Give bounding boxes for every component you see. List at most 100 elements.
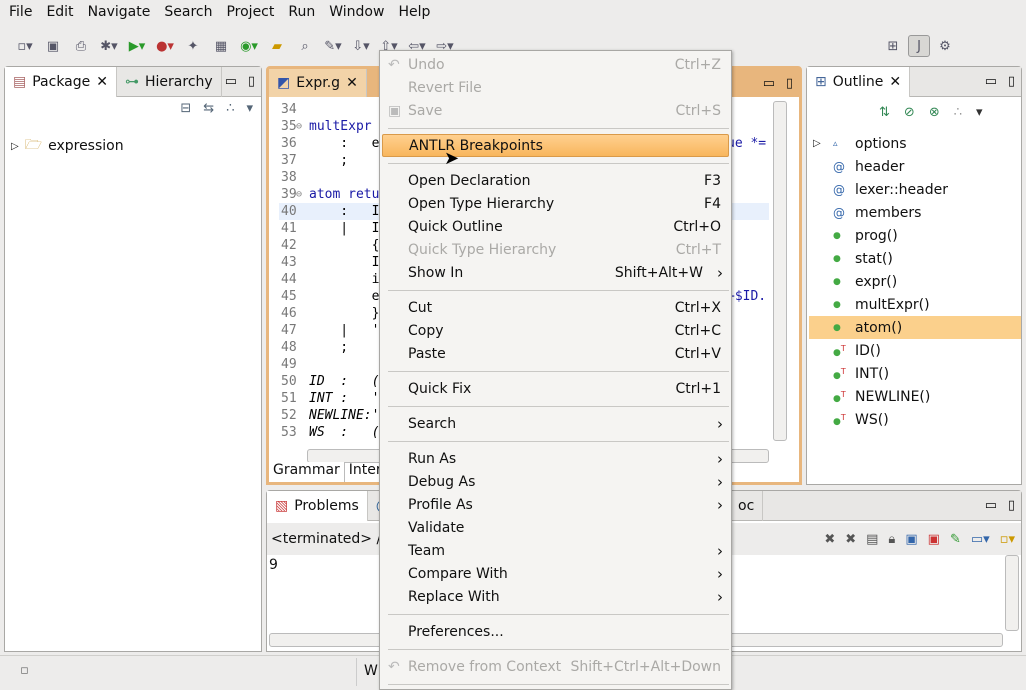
menu-item-profile-as[interactable]: Profile As › bbox=[380, 493, 731, 516]
open-perspective-icon[interactable]: ⊞ bbox=[882, 35, 904, 57]
minimize-icon[interactable]: ▭ bbox=[763, 76, 775, 91]
tab-problems[interactable]: ▧ Problems bbox=[267, 490, 368, 521]
pin-console-icon[interactable]: ✎ bbox=[950, 532, 961, 547]
display-console-icon[interactable]: ▭▾ bbox=[971, 532, 990, 547]
link-editor-icon[interactable]: ⇆ bbox=[203, 101, 214, 116]
maximize-icon[interactable]: ▯ bbox=[248, 74, 255, 89]
menu-navigate[interactable]: Navigate bbox=[81, 4, 158, 20]
new-project-icon[interactable]: ✦ bbox=[182, 35, 204, 57]
menu-item-compare-with[interactable]: Compare With › bbox=[380, 562, 731, 585]
minimize-icon[interactable]: ▭ bbox=[225, 74, 237, 89]
menu-item-paste[interactable]: Paste Ctrl+V bbox=[380, 342, 731, 365]
tab-outline[interactable]: ⊞ Outline ✕ bbox=[807, 66, 911, 97]
print-icon[interactable]: ⎙ bbox=[70, 35, 92, 57]
maximize-icon[interactable]: ▯ bbox=[786, 76, 793, 91]
menu-item-quick-fix[interactable]: Quick Fix Ctrl+1 bbox=[380, 377, 731, 400]
outline-item[interactable]: ● multExpr() bbox=[809, 293, 1021, 316]
menu-item-preferences[interactable]: Preferences... bbox=[380, 620, 731, 643]
show-on-stdout-icon[interactable]: ▣ bbox=[905, 532, 917, 547]
collapse-all-icon[interactable]: ⊟ bbox=[180, 101, 191, 116]
menu-item-run-as[interactable]: Run As › bbox=[380, 447, 731, 470]
tab-expr-g[interactable]: ◩ Expr.g ✕ bbox=[269, 69, 367, 97]
next-annotation-icon[interactable]: ⇩▾ bbox=[350, 35, 372, 57]
outline-item[interactable]: ●T NEWLINE() bbox=[809, 385, 1021, 408]
remove-launch-icon[interactable]: ✖ bbox=[824, 532, 835, 547]
menu-project[interactable]: Project bbox=[219, 4, 281, 20]
close-icon[interactable]: ✕ bbox=[889, 74, 901, 90]
outline-item[interactable]: ● stat() bbox=[809, 247, 1021, 270]
scroll-lock-icon[interactable]: 🔒︎ bbox=[888, 532, 895, 547]
menu-file[interactable]: File bbox=[2, 4, 39, 20]
tab-hierarchy[interactable]: ⊶ Hierarchy bbox=[117, 66, 222, 97]
run-icon[interactable]: ▶▾ bbox=[126, 35, 148, 57]
minimize-icon[interactable]: ▭ bbox=[985, 74, 997, 89]
vertical-scrollbar[interactable] bbox=[1005, 555, 1019, 631]
new-class-icon[interactable]: ◉▾ bbox=[238, 35, 260, 57]
tab-package[interactable]: ▤ Package ✕ bbox=[5, 66, 117, 97]
debug-perspective-icon[interactable]: ⚙ bbox=[934, 35, 956, 57]
expand-arrow-icon[interactable]: ▷ bbox=[11, 141, 19, 152]
menu-item-validate[interactable]: Validate bbox=[380, 516, 731, 539]
menu-item-open-type-hierarchy[interactable]: Open Type Hierarchy F4 bbox=[380, 192, 731, 215]
menu-run[interactable]: Run bbox=[281, 4, 322, 20]
menu-item-debug-as[interactable]: Debug As › bbox=[380, 470, 731, 493]
open-type-icon[interactable]: ▰ bbox=[266, 35, 288, 57]
expand-arrow-icon[interactable]: ▷ bbox=[813, 138, 821, 149]
menu-item-antlr-breakpoints[interactable]: ANTLR Breakpoints bbox=[382, 134, 729, 157]
menu-help[interactable]: Help bbox=[391, 4, 437, 20]
pen-icon[interactable]: ✎▾ bbox=[322, 35, 344, 57]
tab-doc[interactable]: oc bbox=[729, 490, 764, 521]
maximize-icon[interactable]: ▯ bbox=[1008, 74, 1015, 89]
external-tools-icon[interactable]: ●▾ bbox=[154, 35, 176, 57]
menu-item-replace-with[interactable]: Replace With › bbox=[380, 585, 731, 608]
clear-console-icon[interactable]: ▤ bbox=[866, 532, 878, 547]
search-icon[interactable]: ⌕ bbox=[294, 35, 316, 57]
outline-item[interactable]: ●T ID() bbox=[809, 339, 1021, 362]
outline-item[interactable]: ▷ ▵ options bbox=[809, 132, 1021, 155]
view-menu-icon[interactable]: ▾ bbox=[976, 105, 983, 120]
fold-icon[interactable]: ⊖ bbox=[296, 186, 302, 203]
remove-all-icon[interactable]: ✖ bbox=[845, 532, 856, 547]
hide-fields-icon[interactable]: ⊘ bbox=[904, 105, 915, 120]
sort-icon[interactable]: ⇅ bbox=[879, 105, 890, 120]
view-menu-icon[interactable]: ▾ bbox=[246, 101, 253, 116]
new-package-icon[interactable]: ▦ bbox=[210, 35, 232, 57]
menu-item-copy[interactable]: Copy Ctrl+C bbox=[380, 319, 731, 342]
fold-icon[interactable]: ⊖ bbox=[296, 118, 302, 135]
outline-item[interactable]: ● atom() bbox=[809, 316, 1021, 339]
fast-view-icon[interactable]: ▫ bbox=[20, 663, 29, 678]
filter-icon[interactable]: ∴ bbox=[226, 101, 234, 116]
menu-item-show-in[interactable]: Show In Shift+Alt+W › bbox=[380, 261, 731, 284]
tree-item-expression[interactable]: ▷ 🗁 expression bbox=[11, 134, 124, 158]
outline-item[interactable]: @ lexer::header bbox=[809, 178, 1021, 201]
hide-static-icon[interactable]: ⊗ bbox=[929, 105, 940, 120]
outline-item[interactable]: @ header bbox=[809, 155, 1021, 178]
minimize-icon[interactable]: ▭ bbox=[985, 498, 997, 513]
java-perspective-icon[interactable]: J bbox=[908, 35, 930, 57]
menu-item-open-declaration[interactable]: Open Declaration F3 bbox=[380, 169, 731, 192]
save-icon[interactable]: ▣ bbox=[42, 35, 64, 57]
menu-item-cut[interactable]: Cut Ctrl+X bbox=[380, 296, 731, 319]
vertical-scrollbar[interactable] bbox=[773, 101, 787, 441]
menu-item-search[interactable]: Search › bbox=[380, 412, 731, 435]
outline-item[interactable]: ●T INT() bbox=[809, 362, 1021, 385]
new-icon[interactable]: ▫▾ bbox=[14, 35, 36, 57]
open-console-icon[interactable]: ▫▾ bbox=[1000, 532, 1015, 547]
tab-grammar[interactable]: Grammar bbox=[269, 462, 345, 482]
outline-item[interactable]: @ members bbox=[809, 201, 1021, 224]
debug-icon[interactable]: ✱▾ bbox=[98, 35, 120, 57]
close-icon[interactable]: ✕ bbox=[346, 75, 358, 91]
outline-item[interactable]: ● expr() bbox=[809, 270, 1021, 293]
maximize-icon[interactable]: ▯ bbox=[1008, 498, 1015, 513]
menu-edit[interactable]: Edit bbox=[39, 4, 80, 20]
menu-item-team[interactable]: Team › bbox=[380, 539, 731, 562]
menu-item-quick-outline[interactable]: Quick Outline Ctrl+O bbox=[380, 215, 731, 238]
outline-item[interactable]: ● prog() bbox=[809, 224, 1021, 247]
outline-label: expr() bbox=[855, 273, 898, 290]
filter-icon[interactable]: ∴ bbox=[954, 105, 962, 120]
show-on-stderr-icon[interactable]: ▣ bbox=[928, 532, 940, 547]
outline-item[interactable]: ●T WS() bbox=[809, 408, 1021, 431]
menu-window[interactable]: Window bbox=[322, 4, 391, 20]
menu-search[interactable]: Search bbox=[157, 4, 219, 20]
close-icon[interactable]: ✕ bbox=[96, 74, 108, 90]
